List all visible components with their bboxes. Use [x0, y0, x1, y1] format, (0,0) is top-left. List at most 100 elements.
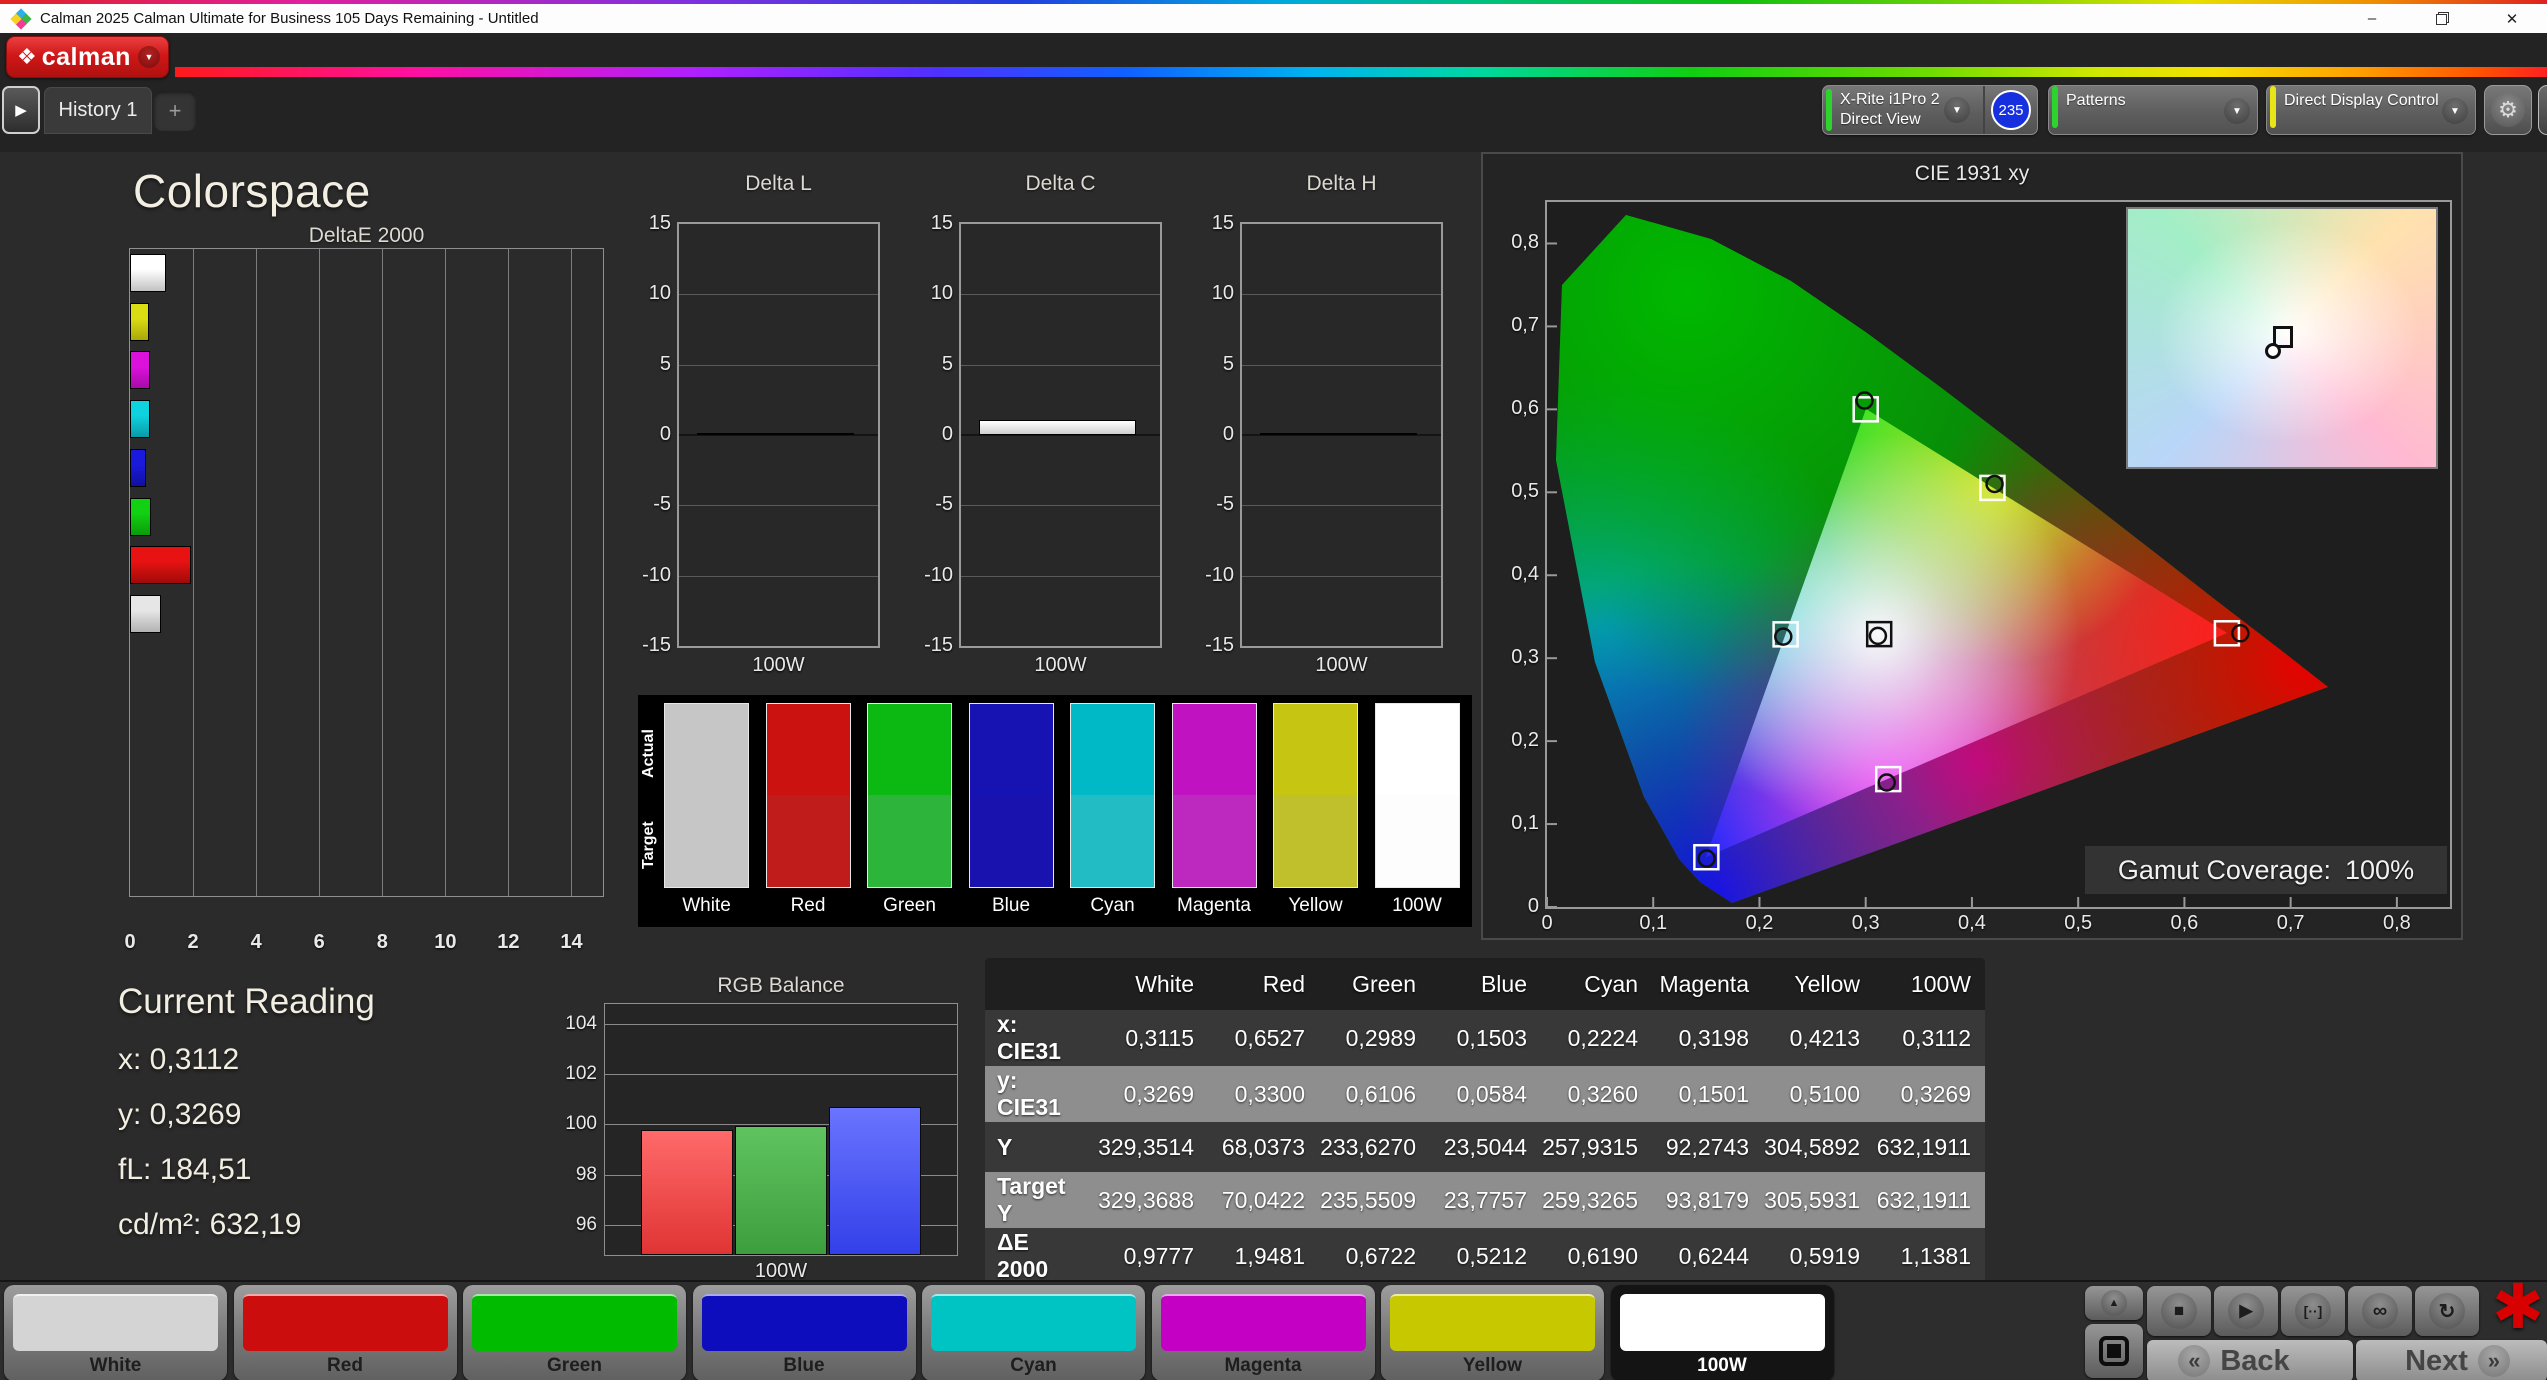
table-row-label: ΔE 2000	[985, 1228, 1097, 1284]
pattern-button-white[interactable]: White	[4, 1285, 227, 1380]
app-header: ❖ calman ▼ ▶ History 1 + X-Rite i1Pro 2 …	[0, 33, 2547, 152]
current-reading-line: x: 0,3112	[118, 1043, 240, 1076]
axis-tick-label: 6	[313, 931, 325, 953]
delta-h-title: Delta H	[1306, 172, 1377, 195]
table-cell: 233,6270	[1319, 1122, 1430, 1172]
pattern-button-green[interactable]: Green	[463, 1285, 686, 1380]
calman-logo-text: calman	[41, 42, 131, 71]
gridline	[193, 249, 195, 896]
axis-tick-label: -10	[1205, 563, 1234, 586]
next-button[interactable]: Next »	[2356, 1340, 2547, 1380]
pattern-swatch	[472, 1294, 677, 1351]
patterns-status-bar	[2052, 86, 2058, 128]
calman-menu-button[interactable]: ❖ calman ▼	[6, 36, 169, 78]
swatch-stack	[664, 703, 749, 888]
inset-measured-marker	[2265, 343, 2281, 359]
pattern-button-blue[interactable]: Blue	[692, 1285, 916, 1380]
axis-tick-label: 0,1	[1511, 812, 1539, 835]
table-row: Y 329,3514 68,0373 233,6270 23,5044 257,9315 9…	[985, 1122, 1985, 1172]
chevrons-left-icon: «	[2178, 1345, 2211, 1377]
display-control-dropdown[interactable]: Direct Display Control ▼	[2266, 85, 2476, 135]
axis-tick-label: 96	[575, 1213, 597, 1235]
actual-swatch	[1375, 704, 1459, 795]
pattern-button-red[interactable]: Red	[233, 1285, 457, 1380]
refresh-button[interactable]: ↻	[2415, 1286, 2479, 1336]
target-swatch	[969, 795, 1053, 887]
table-row: x: CIE31 0,3115 0,6527 0,2989 0,1503 0,2224 0,…	[985, 1010, 1985, 1066]
swatch-stack	[867, 703, 952, 888]
gridline	[679, 294, 878, 296]
tab-history-1[interactable]: History 1	[44, 87, 152, 134]
delta-bar	[697, 433, 854, 435]
table-column-header: Yellow	[1794, 970, 1860, 997]
add-tab-button[interactable]: +	[154, 91, 196, 131]
table-cell: 93,8179	[1652, 1172, 1763, 1228]
table-cell: 305,5931	[1763, 1172, 1874, 1228]
deltae-bar-cyan	[130, 400, 150, 439]
pattern-button-label: Green	[547, 1355, 602, 1376]
pattern-button-cyan[interactable]: Cyan	[922, 1285, 1145, 1380]
deltae-bar-yellow	[130, 302, 149, 341]
deltae-bar-magenta	[130, 351, 150, 390]
meter-count-badge[interactable]: 235	[1991, 90, 2031, 130]
pattern-button-label: White	[89, 1355, 142, 1376]
pattern-button-label: 100W	[1697, 1355, 1747, 1376]
table-row-label: y: CIE31	[985, 1066, 1097, 1122]
gamut-coverage-readout: Gamut Coverage: 100%	[2085, 846, 2447, 894]
delta-bar	[979, 419, 1136, 435]
measure-series-button[interactable]: [··]	[2281, 1286, 2345, 1336]
axis-tick-label: 15	[648, 212, 671, 234]
restore-button[interactable]	[2407, 4, 2477, 33]
pattern-button-label: Yellow	[1462, 1355, 1523, 1376]
tab-scroll-button[interactable]: ▶	[2, 86, 40, 134]
table-cell: 0,9777	[1097, 1228, 1208, 1284]
back-button[interactable]: « Back	[2147, 1340, 2353, 1380]
stop-icon: ■	[2161, 1293, 2197, 1329]
minimize-button[interactable]: –	[2337, 4, 2407, 33]
axis-tick-label: 0,6	[2170, 912, 2199, 934]
target-swatch	[766, 795, 850, 887]
meter-dropdown[interactable]: X-Rite i1Pro 2 Direct View ▼ 235	[1822, 85, 2038, 135]
table-cell: 0,2224	[1541, 1010, 1652, 1066]
play-button[interactable]: ▶	[2214, 1286, 2278, 1336]
stop-button[interactable]: ■	[2147, 1286, 2211, 1336]
pattern-options-button[interactable]: ▲	[2085, 1286, 2143, 1320]
pattern-window-button[interactable]	[2085, 1324, 2143, 1378]
patterns-dropdown[interactable]: Patterns ▼	[2048, 85, 2258, 135]
table-cell: 0,6527	[1208, 1010, 1319, 1066]
pattern-button-label: Blue	[783, 1355, 825, 1376]
gridline	[319, 249, 321, 896]
table-row: y: CIE31 0,3269 0,3300 0,6106 0,0584 0,3260 0,…	[985, 1066, 1985, 1122]
settings-button[interactable]: ⚙	[2484, 85, 2532, 135]
table-cell: 0,6244	[1652, 1228, 1763, 1284]
table-cell: 0,2989	[1319, 1010, 1430, 1066]
table-cell: 0,0584	[1430, 1066, 1541, 1122]
table-cell: 0,3300	[1208, 1066, 1319, 1122]
axis-tick-label: 0	[941, 423, 953, 445]
swatch-column-magenta: Magenta	[1171, 703, 1257, 917]
chevron-down-icon: ▼	[2442, 98, 2468, 124]
axis-tick-label: -5	[653, 493, 671, 516]
deltae2000-chart: DeltaE 2000 0 2 4 6 8 10 12 14	[124, 224, 604, 953]
table-cell: 0,5919	[1763, 1228, 1874, 1284]
continuous-measure-button[interactable]: ∞	[2348, 1286, 2412, 1336]
swatch-label: Magenta	[1177, 895, 1251, 916]
axis-tick-label: 0	[1527, 895, 1539, 917]
swatch-stack	[1070, 703, 1155, 888]
deltae2000-plot: 0 2 4 6 8 10 12 14	[124, 248, 604, 953]
title-bar: Calman 2025 Calman Ultimate for Business…	[0, 4, 2547, 33]
calman-app-window: Calman 2025 Calman Ultimate for Business…	[0, 0, 2547, 1380]
meter-name: X-Rite i1Pro 2	[1840, 91, 1940, 108]
pattern-button-100w[interactable]: 100W	[1610, 1285, 1834, 1380]
axis-tick-label: 12	[497, 931, 520, 953]
rgb-bar-blue	[829, 1106, 921, 1255]
swatch-stack	[968, 703, 1054, 888]
pattern-button-magenta[interactable]: Magenta	[1151, 1285, 1375, 1380]
actual-row-label: Actual	[640, 729, 657, 779]
collapse-toolbar-button[interactable]: ◀	[2538, 85, 2547, 135]
table-cell: 0,1503	[1430, 1010, 1541, 1066]
deltae-bar-100w	[130, 254, 166, 292]
gridline	[961, 575, 1160, 577]
close-button[interactable]: ✕	[2477, 4, 2547, 33]
pattern-button-yellow[interactable]: Yellow	[1381, 1285, 1604, 1380]
